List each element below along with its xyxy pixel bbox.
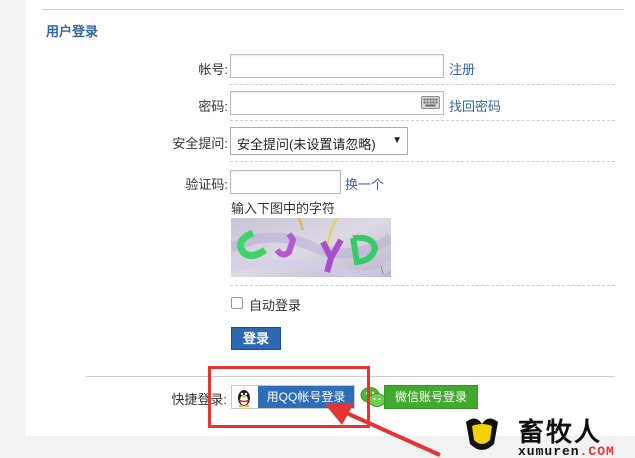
- captcha-image[interactable]: [231, 218, 391, 277]
- login-button[interactable]: 登录: [231, 327, 281, 350]
- annotation-arrow: [324, 403, 441, 457]
- password-input[interactable]: [230, 91, 444, 115]
- watermark-domain-text: xumuren: [518, 444, 580, 458]
- refresh-captcha-link[interactable]: 换一个: [345, 174, 384, 193]
- security-question-select[interactable]: 安全提问(未设置请忽略) ▼: [230, 127, 408, 155]
- logo-icon: [466, 418, 498, 450]
- security-question-value: 安全提问(未设置请忽略): [237, 137, 376, 152]
- security-question-label: 安全提问:: [172, 136, 228, 151]
- row-divider: [230, 285, 615, 286]
- account-input[interactable]: [230, 54, 444, 78]
- password-label: 密码:: [198, 99, 228, 114]
- dropdown-arrow-icon: ▼: [392, 135, 402, 146]
- quick-login-label: 快捷登录:: [171, 392, 227, 407]
- account-label: 帐号:: [198, 62, 228, 77]
- forgot-password-link[interactable]: 找回密码: [449, 96, 501, 115]
- row-divider: [230, 120, 615, 121]
- section-title: 用户登录: [46, 24, 99, 39]
- watermark-domain: xumuren.COM: [518, 444, 615, 458]
- register-link[interactable]: 注册: [449, 59, 475, 78]
- keyboard-icon[interactable]: [421, 96, 440, 109]
- panel-top-divider: [42, 9, 624, 10]
- captcha-hint: 输入下图中的字符: [231, 201, 336, 216]
- row-divider: [230, 161, 615, 162]
- auto-login-label[interactable]: 自动登录: [249, 295, 301, 314]
- login-page: 用户登录 帐号: 注册 密码: 找回密码 安全提问: 安全提问(未设置请忽略) …: [0, 0, 635, 458]
- auto-login-checkbox[interactable]: [231, 297, 243, 309]
- captcha-label: 验证码:: [185, 177, 228, 192]
- watermark-tld: .COM: [579, 444, 615, 458]
- page-background-gutter: [0, 0, 25, 458]
- captcha-input[interactable]: [230, 170, 341, 194]
- row-divider: [230, 84, 615, 85]
